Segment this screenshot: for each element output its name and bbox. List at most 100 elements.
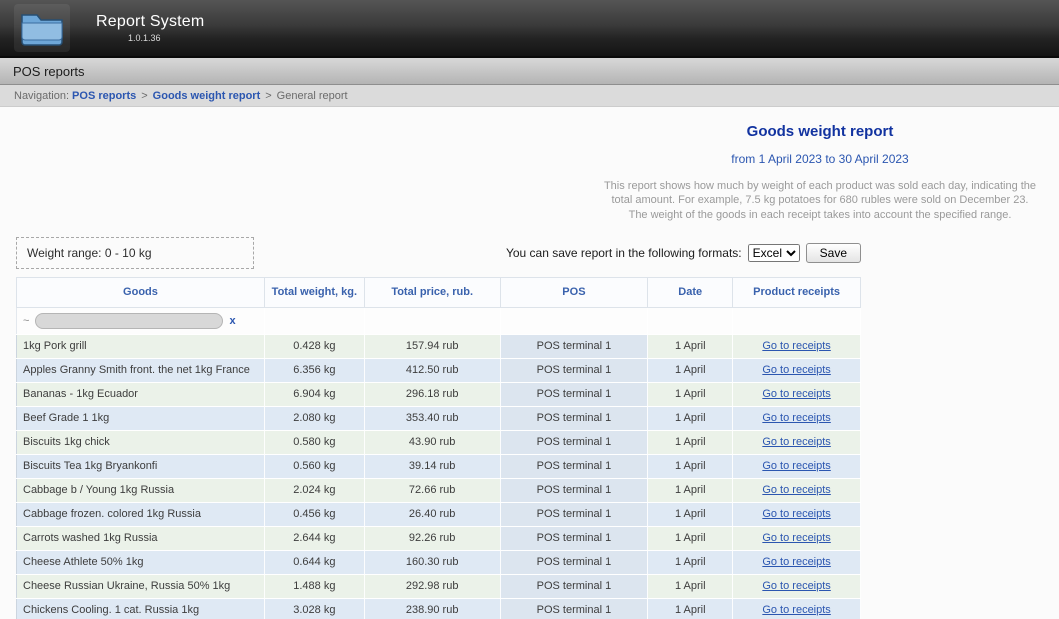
- receipts-cell: Go to receipts: [733, 454, 861, 478]
- app-version: 1.0.1.36: [128, 33, 204, 43]
- date-cell: 1 April: [648, 478, 733, 502]
- breadcrumb-separator: >: [141, 90, 147, 102]
- date-cell: 1 April: [648, 526, 733, 550]
- weight-cell: 2.080 kg: [264, 406, 364, 430]
- table-row: Cheese Russian Ukraine, Russia 50% 1kg1.…: [17, 574, 861, 598]
- receipts-cell: Go to receipts: [733, 502, 861, 526]
- go-to-receipts-link[interactable]: Go to receipts: [762, 532, 830, 544]
- column-header-product-receipts: Product receipts: [733, 277, 861, 307]
- goods-cell: Biscuits Tea 1kg Bryankonfi: [17, 454, 265, 478]
- go-to-receipts-link[interactable]: Go to receipts: [762, 484, 830, 496]
- weight-cell: 6.904 kg: [264, 382, 364, 406]
- pos-cell: POS terminal 1: [500, 334, 648, 358]
- goods-filter-input[interactable]: [35, 313, 223, 329]
- column-header-total-price: Total price, rub.: [364, 277, 500, 307]
- table-row: Apples Granny Smith front. the net 1kg F…: [17, 358, 861, 382]
- go-to-receipts-link[interactable]: Go to receipts: [762, 412, 830, 424]
- table-row: Beef Grade 1 1kg2.080 kg353.40 rubPOS te…: [17, 406, 861, 430]
- breadcrumb-link-goods-weight-report[interactable]: Goods weight report: [153, 90, 261, 102]
- go-to-receipts-link[interactable]: Go to receipts: [762, 340, 830, 352]
- receipts-cell: Go to receipts: [733, 334, 861, 358]
- table-row: Cheese Athlete 50% 1kg0.644 kg160.30 rub…: [17, 550, 861, 574]
- price-cell: 353.40 rub: [364, 406, 500, 430]
- go-to-receipts-link[interactable]: Go to receipts: [762, 508, 830, 520]
- report-description-line: total amount. For example, 7.5 kg potato…: [583, 193, 1057, 207]
- pos-cell: POS terminal 1: [500, 598, 648, 619]
- date-cell: 1 April: [648, 430, 733, 454]
- save-button[interactable]: Save: [806, 243, 861, 263]
- goods-cell: Cheese Athlete 50% 1kg: [17, 550, 265, 574]
- price-cell: 238.90 rub: [364, 598, 500, 619]
- table-row: Cabbage b / Young 1kg Russia2.024 kg72.6…: [17, 478, 861, 502]
- weight-cell: 0.456 kg: [264, 502, 364, 526]
- date-cell: 1 April: [648, 358, 733, 382]
- section-bar: POS reports: [0, 58, 1059, 85]
- folder-icon: [20, 8, 64, 49]
- price-cell: 72.66 rub: [364, 478, 500, 502]
- price-cell: 160.30 rub: [364, 550, 500, 574]
- go-to-receipts-link[interactable]: Go to receipts: [762, 556, 830, 568]
- weight-cell: 0.428 kg: [264, 334, 364, 358]
- goods-cell: Chickens Cooling. 1 cat. Russia 1kg: [17, 598, 265, 619]
- column-header-goods: Goods: [17, 277, 265, 307]
- goods-cell: Carrots washed 1kg Russia: [17, 526, 265, 550]
- pos-cell: POS terminal 1: [500, 550, 648, 574]
- pos-cell: POS terminal 1: [500, 502, 648, 526]
- date-cell: 1 April: [648, 454, 733, 478]
- app-header: Report System 1.0.1.36: [0, 0, 1059, 58]
- price-cell: 157.94 rub: [364, 334, 500, 358]
- breadcrumb-link-pos-reports[interactable]: POS reports: [72, 90, 136, 102]
- format-select[interactable]: Excel: [748, 244, 800, 262]
- table-row: Chickens Cooling. 1 cat. Russia 1kg3.028…: [17, 598, 861, 619]
- weight-cell: 2.644 kg: [264, 526, 364, 550]
- price-cell: 26.40 rub: [364, 502, 500, 526]
- goods-cell: Bananas - 1kg Ecuador: [17, 382, 265, 406]
- weight-cell: 0.580 kg: [264, 430, 364, 454]
- weight-cell: 1.488 kg: [264, 574, 364, 598]
- column-header-date: Date: [648, 277, 733, 307]
- receipts-cell: Go to receipts: [733, 526, 861, 550]
- app-title: Report System: [96, 13, 204, 31]
- save-formats-label: You can save report in the following for…: [506, 246, 742, 260]
- date-cell: 1 April: [648, 382, 733, 406]
- section-title: POS reports: [13, 64, 85, 79]
- table-row: 1kg Pork grill0.428 kg157.94 rubPOS term…: [17, 334, 861, 358]
- save-group: You can save report in the following for…: [506, 243, 861, 263]
- receipts-cell: Go to receipts: [733, 574, 861, 598]
- go-to-receipts-link[interactable]: Go to receipts: [762, 460, 830, 472]
- pos-cell: POS terminal 1: [500, 526, 648, 550]
- table-row: Biscuits Tea 1kg Bryankonfi0.560 kg39.14…: [17, 454, 861, 478]
- goods-cell: Apples Granny Smith front. the net 1kg F…: [17, 358, 265, 382]
- report-date-range: from 1 April 2023 to 30 April 2023: [583, 152, 1057, 166]
- receipts-cell: Go to receipts: [733, 478, 861, 502]
- receipts-cell: Go to receipts: [733, 382, 861, 406]
- receipts-cell: Go to receipts: [733, 406, 861, 430]
- breadcrumb: Navigation: POS reports > Goods weight r…: [0, 85, 1059, 107]
- go-to-receipts-link[interactable]: Go to receipts: [762, 580, 830, 592]
- goods-cell: 1kg Pork grill: [17, 334, 265, 358]
- goods-cell: Cabbage frozen. colored 1kg Russia: [17, 502, 265, 526]
- receipts-cell: Go to receipts: [733, 358, 861, 382]
- table-row: Cabbage frozen. colored 1kg Russia0.456 …: [17, 502, 861, 526]
- report-description: This report shows how much by weight of …: [583, 179, 1057, 222]
- go-to-receipts-link[interactable]: Go to receipts: [762, 364, 830, 376]
- price-cell: 43.90 rub: [364, 430, 500, 454]
- price-cell: 292.98 rub: [364, 574, 500, 598]
- goods-cell: Biscuits 1kg chick: [17, 430, 265, 454]
- pos-cell: POS terminal 1: [500, 478, 648, 502]
- date-cell: 1 April: [648, 574, 733, 598]
- go-to-receipts-link[interactable]: Go to receipts: [762, 604, 830, 616]
- pos-cell: POS terminal 1: [500, 574, 648, 598]
- table-row: Carrots washed 1kg Russia2.644 kg92.26 r…: [17, 526, 861, 550]
- go-to-receipts-link[interactable]: Go to receipts: [762, 388, 830, 400]
- price-cell: 39.14 rub: [364, 454, 500, 478]
- report-description-line: This report shows how much by weight of …: [583, 179, 1057, 193]
- filter-clear-link[interactable]: x: [229, 315, 235, 327]
- pos-cell: POS terminal 1: [500, 358, 648, 382]
- report-head: Goods weight report from 1 April 2023 to…: [583, 123, 1057, 222]
- breadcrumb-current: General report: [277, 90, 348, 102]
- report-main: Weight range: 0 - 10 kg You can save rep…: [16, 237, 861, 619]
- breadcrumb-separator: >: [265, 90, 271, 102]
- pos-cell: POS terminal 1: [500, 430, 648, 454]
- go-to-receipts-link[interactable]: Go to receipts: [762, 436, 830, 448]
